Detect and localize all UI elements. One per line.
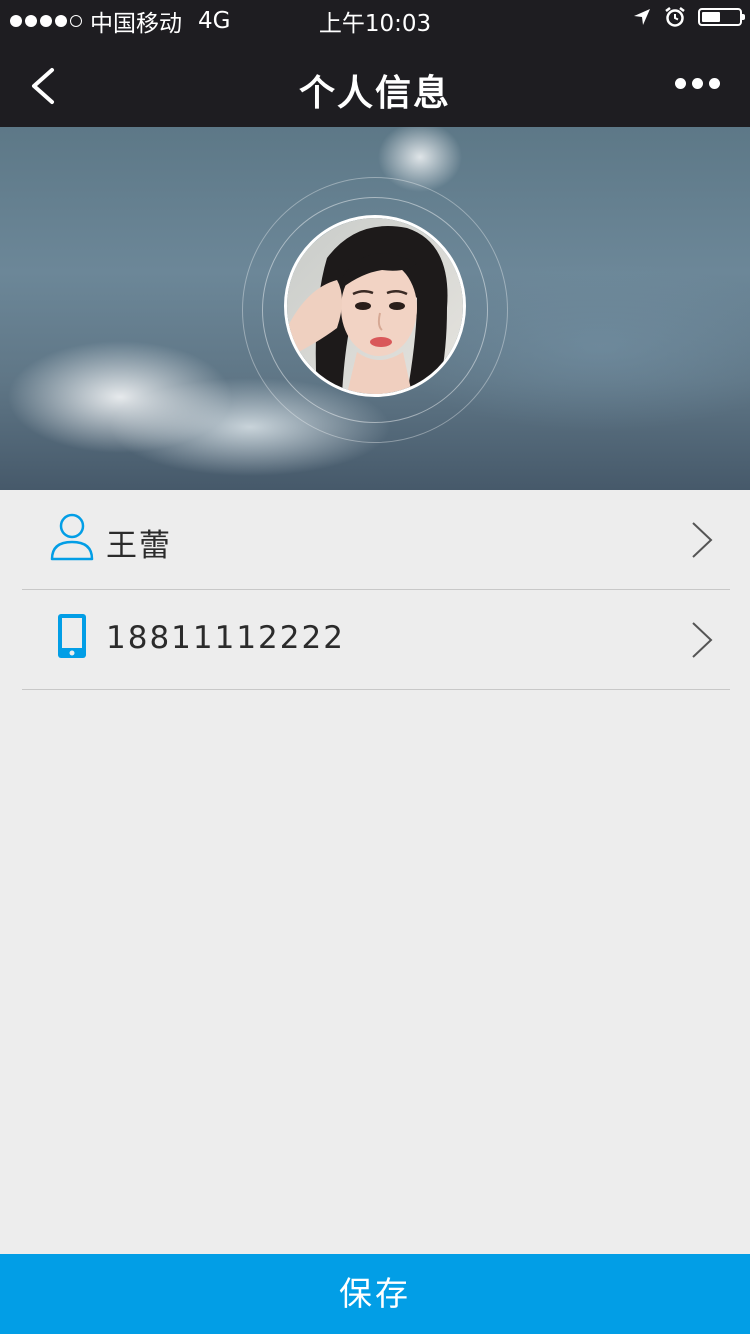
phone-icon	[58, 614, 86, 658]
user-icon	[50, 513, 94, 561]
alarm-clock-icon	[665, 7, 685, 27]
list-item-name[interactable]: 王蕾	[0, 490, 750, 590]
top-bar: 中国移动 4G 上午10:03 个人信息	[0, 0, 750, 127]
save-button[interactable]: 保存	[0, 1254, 750, 1334]
page-title: 个人信息	[298, 73, 451, 114]
list-item-phone[interactable]: 18811112222	[0, 590, 750, 690]
status-bar: 中国移动 4G 上午10:03	[0, 0, 750, 38]
more-dots-icon	[675, 78, 686, 89]
info-list: 王蕾 18811112222	[0, 490, 750, 690]
name-value: 王蕾	[106, 528, 172, 564]
chevron-right-icon	[692, 622, 713, 658]
nav-bar: 个人信息	[0, 38, 750, 127]
location-arrow-icon	[634, 9, 650, 25]
profile-banner	[0, 127, 750, 490]
divider	[22, 689, 730, 690]
user-avatar-photo	[287, 218, 463, 394]
more-button[interactable]	[675, 78, 720, 89]
battery-icon	[698, 8, 745, 26]
chevron-right-icon	[692, 522, 713, 558]
status-right	[632, 6, 745, 28]
avatar[interactable]	[284, 215, 466, 397]
phone-value: 18811112222	[106, 620, 345, 656]
